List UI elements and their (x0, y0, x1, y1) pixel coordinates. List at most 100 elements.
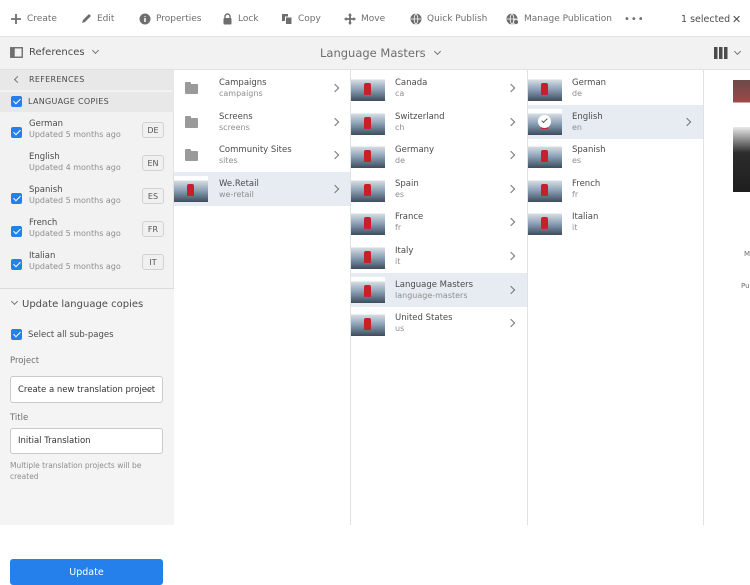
selected-check-icon[interactable] (538, 114, 551, 128)
update-button[interactable]: Update (10, 559, 163, 585)
column-item[interactable]: Language Masters language-masters (351, 272, 527, 307)
page-thumbnail (174, 175, 208, 202)
language-copies-label: LANGUAGE COPIES (28, 97, 109, 106)
column-item-title: Switzerland (395, 111, 445, 122)
page-thumbnail (528, 175, 562, 202)
column-item[interactable]: We.Retail we-retail (174, 171, 350, 206)
column-item[interactable]: Campaigns campaigns (174, 71, 350, 105)
language-copy-row[interactable]: German Updated 5 months ago DE (0, 114, 174, 147)
language-copy-row[interactable]: English Updated 4 months ago EN (0, 147, 174, 180)
manage-publication-button[interactable]: Manage Publication (506, 9, 612, 29)
more-icon[interactable]: ••• (624, 9, 645, 29)
column-item-title: English (572, 111, 603, 122)
lock-button[interactable]: Lock (222, 9, 259, 29)
column-item-title: Community Sites (219, 145, 292, 156)
column-item-title: German (572, 78, 607, 88)
quick-publish-label: Quick Publish (427, 14, 488, 24)
column-item[interactable]: France fr (351, 205, 527, 239)
chevron-right-icon (506, 318, 516, 328)
column-item-title: Screens (219, 111, 253, 122)
project-select-value: Create a new translation project (18, 384, 156, 395)
column-item-title: Spain (395, 178, 419, 189)
column-item[interactable]: Screens screens (174, 105, 350, 139)
page-thumbnail (351, 209, 385, 236)
column-item-title: Spanish (572, 145, 606, 156)
column-item-subtitle: es (572, 156, 582, 166)
rail-switcher[interactable]: References (10, 46, 99, 58)
column-item[interactable]: German de (528, 71, 703, 105)
language-copy-checkbox[interactable] (11, 226, 22, 237)
column-item-title: Campaigns (219, 78, 267, 88)
copy-button[interactable]: Copy (281, 9, 321, 29)
column-item[interactable]: Italian it (528, 205, 703, 239)
edit-button[interactable]: Edit (80, 9, 114, 29)
column-item[interactable]: Switzerland ch (351, 105, 527, 139)
language-copy-row[interactable]: French Updated 5 months ago FR (0, 213, 174, 246)
checkmark-icon (540, 116, 548, 123)
language-copy-name: Italian (29, 251, 56, 261)
column-item[interactable]: United States us (351, 306, 527, 340)
column-item-subtitle: sites (219, 156, 238, 166)
column-item-subtitle: us (395, 324, 405, 334)
language-copy-name: Spanish (29, 185, 63, 195)
language-code-badge: ES (142, 188, 164, 204)
column-item-title: Italy (395, 246, 414, 256)
move-icon (344, 13, 356, 25)
action-toolbar: Create Edit Properties Lock Copy Move Qu… (0, 0, 750, 37)
preview-meta-label: M (744, 250, 750, 258)
column-item-subtitle: es (395, 189, 405, 199)
quick-publish-button[interactable]: Quick Publish (410, 9, 487, 29)
column-language-masters: German de English en Spanish es French fr Italia… (528, 70, 704, 525)
column-item-title: France (395, 212, 424, 223)
language-copies-checkbox[interactable] (11, 96, 22, 107)
breadcrumb[interactable]: Language Masters (320, 46, 441, 60)
column-item[interactable]: Germany de (351, 138, 527, 172)
create-button[interactable]: Create (10, 9, 57, 29)
language-copy-name: English (29, 152, 60, 162)
column-item[interactable]: French fr (528, 172, 703, 206)
chevron-down-icon (91, 46, 99, 55)
folder-icon (185, 82, 198, 94)
folder-icon (185, 149, 198, 162)
language-copy-row[interactable]: Italian Updated 5 months ago IT (0, 246, 174, 279)
column-sites: Campaigns campaigns Screens screens Communit… (174, 70, 351, 525)
back-chevron-icon[interactable] (13, 75, 22, 84)
help-text: Multiple translation projects will be cr… (10, 461, 142, 481)
references-rail: REFERENCES LANGUAGE COPIES German Updated… (0, 70, 174, 585)
copy-label: Copy (298, 14, 321, 24)
preview-panel: M Pu (704, 70, 750, 525)
language-copy-checkbox[interactable] (11, 193, 22, 204)
column-item[interactable]: Spain es (351, 172, 527, 206)
column-item[interactable]: Italy it (351, 239, 527, 273)
preview-thumbnail (733, 80, 750, 192)
chevron-down-icon (733, 47, 742, 55)
copy-icon (282, 14, 293, 25)
language-code-badge: EN (142, 155, 164, 171)
column-item[interactable]: Canada ca (351, 71, 527, 105)
properties-button[interactable]: Properties (139, 9, 201, 29)
language-code-badge: DE (142, 122, 164, 138)
title-input[interactable]: Initial Translation (10, 428, 163, 454)
language-copy-checkbox[interactable] (11, 259, 22, 270)
project-select[interactable]: Create a new translation project (10, 376, 163, 403)
language-copy-name: French (29, 218, 58, 228)
language-copy-checkbox[interactable] (11, 127, 22, 138)
page-thumbnail (351, 243, 385, 269)
select-all-checkbox[interactable] (11, 329, 22, 340)
language-copies-header[interactable]: LANGUAGE COPIES (0, 92, 174, 112)
column-item[interactable]: English en (528, 104, 703, 139)
language-copy-row[interactable]: Spanish Updated 5 months ago ES (0, 180, 174, 213)
column-item-subtitle: fr (572, 189, 579, 199)
column-item[interactable]: Spanish es (528, 138, 703, 172)
references-header[interactable]: REFERENCES (0, 70, 174, 90)
view-switcher[interactable] (714, 47, 742, 59)
chevron-right-icon (506, 251, 516, 261)
close-icon[interactable]: ✕ (732, 9, 741, 29)
chevron-down-icon[interactable] (10, 297, 19, 306)
page-thumbnail (351, 108, 385, 135)
language-copy-updated: Updated 5 months ago (29, 196, 121, 205)
move-button[interactable]: Move (344, 9, 385, 29)
edit-label: Edit (97, 14, 115, 24)
column-item[interactable]: Community Sites sites (174, 138, 350, 172)
column-we-retail: Canada ca Switzerland ch Germany de Spain es Fra… (351, 70, 528, 525)
